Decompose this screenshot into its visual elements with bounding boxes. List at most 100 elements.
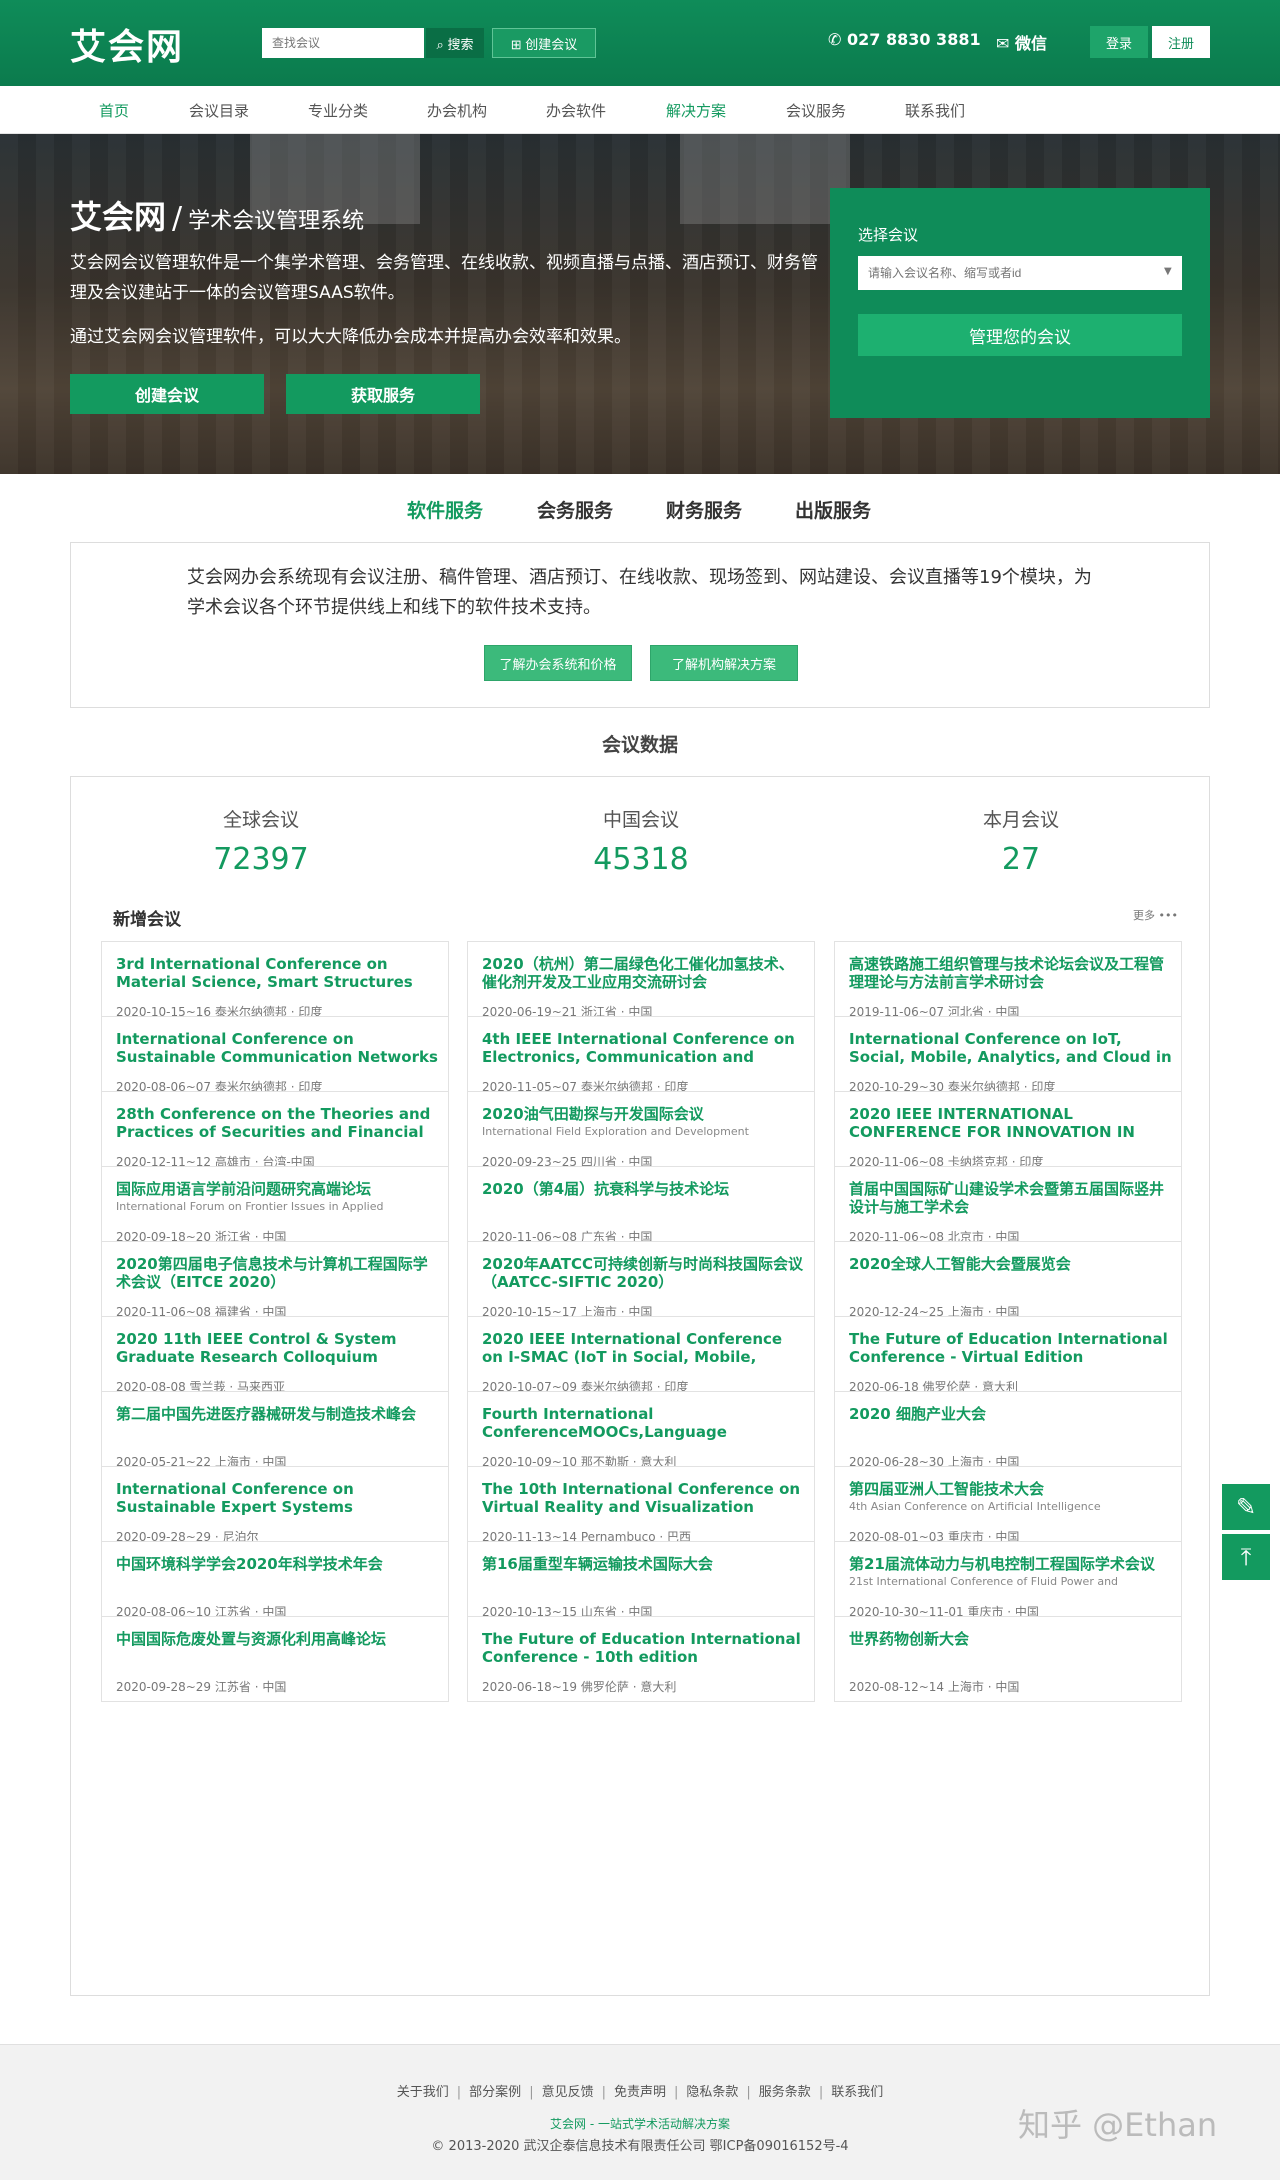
conference-title[interactable]: Fourth International ConferenceMOOCs,Lan… (482, 1405, 806, 1441)
conference-card[interactable]: 2020 细胞产业大会 2020-06-28~30 上海市 · 中国 (834, 1391, 1182, 1477)
conference-card[interactable]: 2020第四届电子信息技术与计算机工程国际学术会议（EITCE 2020） 202… (101, 1241, 449, 1327)
conference-card[interactable]: 2020年AATCC可持续创新与时尚科技国际会议（AATCC-SIFTIC 20… (467, 1241, 815, 1327)
conference-title[interactable]: 中国环境科学学会2020年科学技术年会 (116, 1555, 440, 1573)
conference-meta: 2020-06-18~19 佛罗伦萨 · 意大利 (482, 1680, 677, 1694)
footer-link[interactable]: 免责声明 (614, 2085, 666, 2100)
conference-title[interactable]: The Future of Education International Co… (482, 1630, 806, 1666)
select-label: 选择会议 (858, 226, 919, 244)
conference-card[interactable]: 第二届中国先进医疗器械研发与制造技术峰会 2020-05-21~22 上海市 · … (101, 1391, 449, 1477)
nav-organizers[interactable]: 办会机构 (427, 100, 487, 121)
conference-card[interactable]: 2020（第4届）抗衰科学与技术论坛 2020-11-06~08 广东省 · 中国 (467, 1166, 815, 1252)
conference-card[interactable]: 4th IEEE International Conference on Ele… (467, 1016, 815, 1102)
conference-title[interactable]: International Conference on Sustainable … (116, 1480, 440, 1516)
conference-select-input[interactable] (858, 256, 1182, 290)
chevron-down-icon[interactable]: ▼ (1164, 266, 1172, 277)
conference-title[interactable]: 高速铁路施工组织管理与技术论坛会议及工程管理理论与方法前言学术研讨会 (849, 955, 1173, 991)
conference-title[interactable]: 第21届流体动力与机电控制工程国际学术会议 (849, 1555, 1173, 1573)
search-input[interactable] (262, 28, 424, 58)
conference-card[interactable]: 中国环境科学学会2020年科学技术年会 2020-08-06~10 江苏省 · 中… (101, 1541, 449, 1627)
top-bar: 艾会网 ⌕ 搜索 ⊞ 创建会议 ✆ 027 8830 3881 ✉ 微信 登录 … (0, 0, 1280, 86)
conference-title[interactable]: 2020 细胞产业大会 (849, 1405, 1173, 1423)
conference-title[interactable]: 2020全球人工智能大会暨展览会 (849, 1255, 1173, 1273)
conference-card[interactable]: International Conference on Sustainable … (101, 1466, 449, 1552)
conference-title[interactable]: 4th IEEE International Conference on Ele… (482, 1030, 806, 1066)
manage-conference-button[interactable]: 管理您的会议 (858, 314, 1182, 356)
register-button[interactable]: 注册 (1152, 26, 1210, 58)
conference-title[interactable]: 3rd International Conference on Material… (116, 955, 440, 991)
conference-title[interactable]: 2020油气田勘探与开发国际会议 (482, 1105, 806, 1123)
tab-event-service[interactable]: 会务服务 (537, 496, 613, 523)
conference-title[interactable]: 2020（杭州）第二届绿色化工催化加氢技术、催化剂开发及工业应用交流研讨会 (482, 955, 806, 991)
conference-title[interactable]: International Conference on Sustainable … (116, 1030, 440, 1066)
more-link[interactable]: 更多 ••• (1133, 907, 1178, 923)
back-to-top-icon[interactable]: ⤒ (1222, 1534, 1270, 1580)
conference-card[interactable]: International Conference on IoT, Social,… (834, 1016, 1182, 1102)
nav-software[interactable]: 办会软件 (546, 100, 606, 121)
conference-card[interactable]: 高速铁路施工组织管理与技术论坛会议及工程管理理论与方法前言学术研讨会 2019-1… (834, 941, 1182, 1027)
conference-title[interactable]: 世界药物创新大会 (849, 1630, 1173, 1648)
conference-title[interactable]: The 10th International Conference on Vir… (482, 1480, 806, 1516)
search-button[interactable]: ⌕ 搜索 (426, 28, 484, 58)
conference-title[interactable]: 2020（第4届）抗衰科学与技术论坛 (482, 1180, 806, 1198)
conference-card[interactable]: 2020 IEEE INTERNATIONAL CONFERENCE FOR I… (834, 1091, 1182, 1177)
conference-meta: 2020-08-12~14 上海市 · 中国 (849, 1680, 1020, 1694)
conference-card[interactable]: The Future of Education International Co… (834, 1316, 1182, 1402)
conference-card[interactable]: 2020 11th IEEE Control & System Graduate… (101, 1316, 449, 1402)
login-button[interactable]: 登录 (1090, 26, 1148, 58)
tab-publishing-service[interactable]: 出版服务 (795, 496, 871, 523)
conference-card[interactable]: The 10th International Conference on Vir… (467, 1466, 815, 1552)
conference-card[interactable]: 首届中国国际矿山建设学术会暨第五届国际竖井设计与施工学术会 2020-11-06~… (834, 1166, 1182, 1252)
nav-services[interactable]: 会议服务 (786, 100, 846, 121)
wechat-link[interactable]: ✉ 微信 (996, 30, 1047, 54)
conference-card[interactable]: 中国国际危废处置与资源化利用高峰论坛 2020-09-28~29 江苏省 · 中国 (101, 1616, 449, 1702)
conference-title[interactable]: 2020年AATCC可持续创新与时尚科技国际会议（AATCC-SIFTIC 20… (482, 1255, 806, 1291)
conference-card[interactable]: 国际应用语言学前沿问题研究高端论坛 International Forum on … (101, 1166, 449, 1252)
conference-card[interactable]: International Conference on Sustainable … (101, 1016, 449, 1102)
conference-card[interactable]: 第21届流体动力与机电控制工程国际学术会议 21st International … (834, 1541, 1182, 1627)
conference-title[interactable]: 第四届亚洲人工智能技术大会 (849, 1480, 1173, 1498)
conference-card[interactable]: The Future of Education International Co… (467, 1616, 815, 1702)
conference-card[interactable]: 第四届亚洲人工智能技术大会 4th Asian Conference on Art… (834, 1466, 1182, 1552)
conference-title[interactable]: 中国国际危废处置与资源化利用高峰论坛 (116, 1630, 440, 1648)
conference-title[interactable]: 2020第四届电子信息技术与计算机工程国际学术会议（EITCE 2020） (116, 1255, 440, 1291)
nav-contact[interactable]: 联系我们 (905, 100, 965, 121)
conference-card[interactable]: 2020（杭州）第二届绿色化工催化加氢技术、催化剂开发及工业应用交流研讨会 202… (467, 941, 815, 1027)
conference-title[interactable]: 国际应用语言学前沿问题研究高端论坛 (116, 1180, 440, 1198)
conference-card[interactable]: 世界药物创新大会 2020-08-12~14 上海市 · 中国 (834, 1616, 1182, 1702)
conference-card[interactable]: 3rd International Conference on Material… (101, 941, 449, 1027)
conference-title[interactable]: 2020 11th IEEE Control & System Graduate… (116, 1330, 440, 1366)
edit-icon[interactable]: ✎ (1222, 1484, 1270, 1530)
conference-card[interactable]: 2020全球人工智能大会暨展览会 2020-12-24~25 上海市 · 中国 (834, 1241, 1182, 1327)
hero-create-button[interactable]: 创建会议 (70, 374, 264, 414)
conference-title[interactable]: 第16届重型车辆运输技术国际大会 (482, 1555, 806, 1573)
site-logo[interactable]: 艾会网 (70, 18, 184, 70)
footer-link[interactable]: 隐私条款 (686, 2085, 738, 2100)
conference-card[interactable]: 第16届重型车辆运输技术国际大会 2020-10-13~15 山东省 · 中国 (467, 1541, 815, 1627)
conference-title[interactable]: 第二届中国先进医疗器械研发与制造技术峰会 (116, 1405, 440, 1423)
system-pricing-button[interactable]: 了解办会系统和价格 (484, 645, 632, 681)
org-solution-button[interactable]: 了解机构解决方案 (650, 645, 798, 681)
hero-service-button[interactable]: 获取服务 (286, 374, 480, 414)
tab-software-service[interactable]: 软件服务 (407, 496, 483, 523)
nav-solutions[interactable]: 解决方案 (666, 100, 726, 121)
conference-title[interactable]: 2020 IEEE International Conference on I-… (482, 1330, 806, 1366)
nav-catalog[interactable]: 会议目录 (189, 100, 249, 121)
footer-link[interactable]: 关于我们 (397, 2085, 449, 2100)
create-conference-button[interactable]: ⊞ 创建会议 (492, 28, 596, 58)
nav-home[interactable]: 首页 (99, 100, 129, 121)
conference-card[interactable]: 2020油气田勘探与开发国际会议 International Field Expl… (467, 1091, 815, 1177)
footer-link[interactable]: 意见反馈 (542, 2085, 594, 2100)
conference-card[interactable]: 2020 IEEE International Conference on I-… (467, 1316, 815, 1402)
footer-link[interactable]: 部分案例 (469, 2085, 521, 2100)
conference-title[interactable]: 28th Conference on the Theories and Prac… (116, 1105, 440, 1141)
conference-title[interactable]: International Conference on IoT, Social,… (849, 1030, 1173, 1066)
footer-link[interactable]: 联系我们 (831, 2085, 883, 2100)
footer-link[interactable]: 服务条款 (759, 2085, 811, 2100)
tab-finance-service[interactable]: 财务服务 (666, 496, 742, 523)
conference-card[interactable]: Fourth International ConferenceMOOCs,Lan… (467, 1391, 815, 1477)
conference-title[interactable]: The Future of Education International Co… (849, 1330, 1173, 1366)
nav-categories[interactable]: 专业分类 (308, 100, 368, 121)
conference-title[interactable]: 首届中国国际矿山建设学术会暨第五届国际竖井设计与施工学术会 (849, 1180, 1173, 1216)
conference-title[interactable]: 2020 IEEE INTERNATIONAL CONFERENCE FOR I… (849, 1105, 1173, 1141)
conference-card[interactable]: 28th Conference on the Theories and Prac… (101, 1091, 449, 1177)
